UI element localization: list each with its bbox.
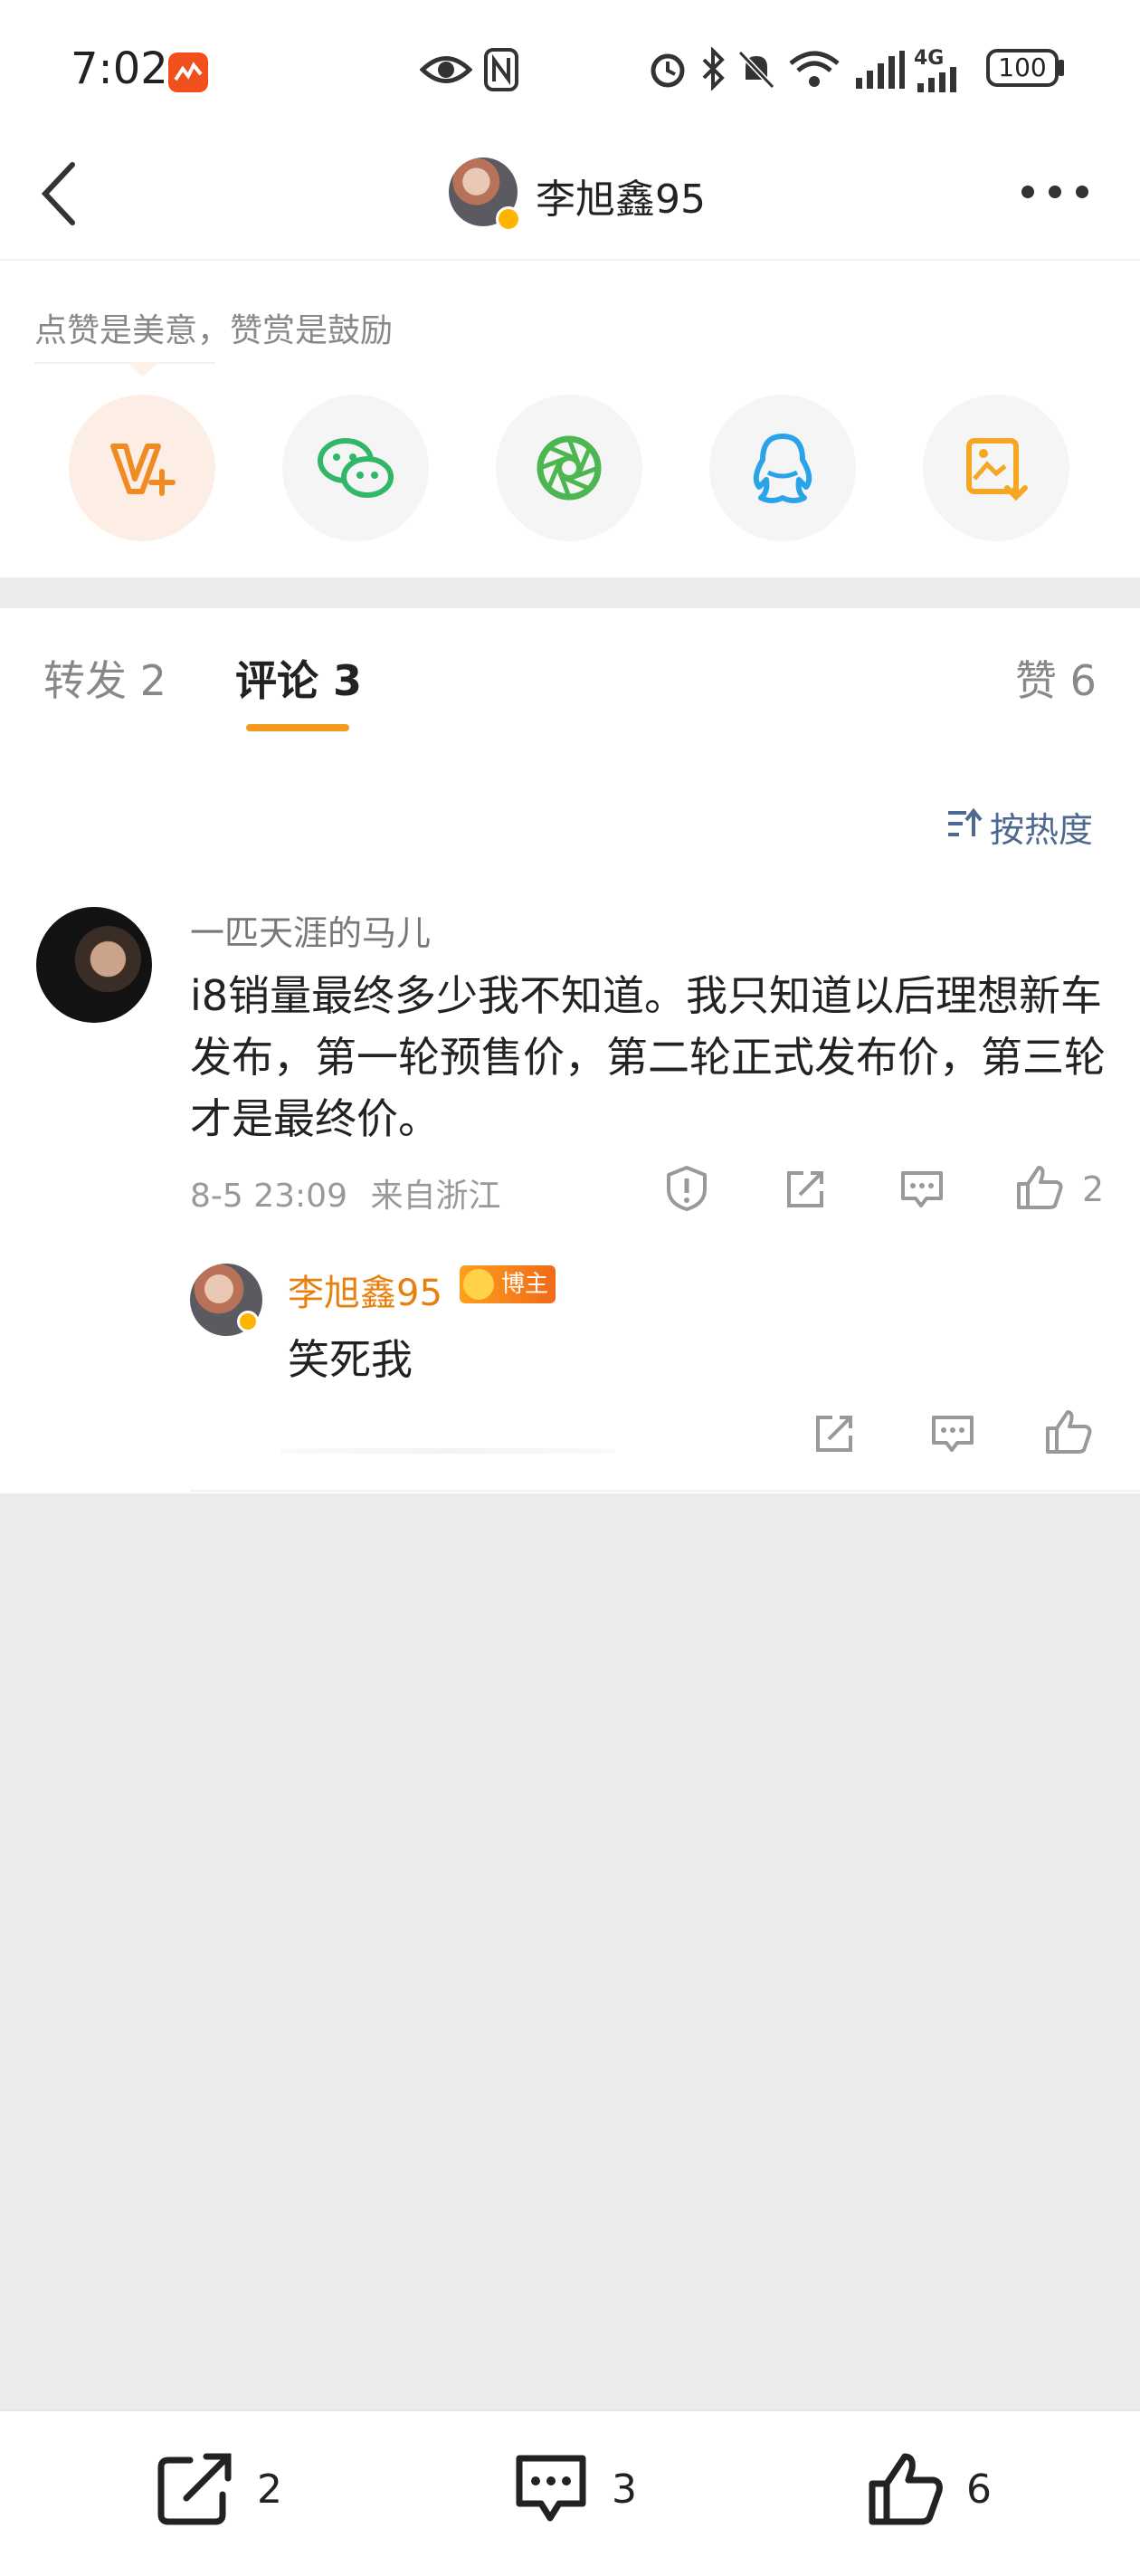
battery-indicator: 100	[986, 49, 1059, 87]
tab-bar: 转发 2 评论 3 赞 6	[0, 608, 1140, 744]
faded-placeholder	[280, 1448, 615, 1454]
bottom-comment-button[interactable]: 3	[512, 2451, 637, 2527]
v-plus-reward-icon	[110, 444, 176, 496]
battery-tip	[1059, 60, 1064, 76]
active-tab-indicator	[246, 724, 349, 731]
save-image-icon	[966, 438, 1028, 501]
signal-icon-2	[917, 67, 956, 92]
reply-like-icon[interactable]	[1044, 1408, 1093, 1455]
wechat-share-button[interactable]	[282, 395, 429, 541]
commenter-name[interactable]: 一匹天涯的马儿	[190, 905, 431, 955]
alarm-icon	[651, 53, 685, 88]
status-time: 7:02	[71, 43, 168, 94]
reply-author-name[interactable]: 李旭鑫95	[288, 1264, 442, 1316]
like-icon	[869, 2453, 943, 2525]
save-image-button[interactable]	[923, 395, 1069, 541]
reply-repost-icon[interactable]	[812, 1412, 856, 1454]
comment-like-count: 2	[1082, 1169, 1105, 1209]
divider	[190, 1490, 1140, 1492]
tab-like[interactable]: 赞 6	[1015, 648, 1097, 708]
comment-location: 来自浙江	[370, 1178, 501, 1215]
blogger-badge: 博主	[460, 1265, 556, 1303]
comment-list: 按热度 一匹天涯的马儿 i8销量最终多少我不知道。我只知道以后理想新车发布，第一…	[0, 742, 1140, 1493]
commenter-avatar[interactable]	[36, 907, 152, 1023]
divider	[34, 362, 215, 364]
blogger-badge-label: 博主	[501, 1271, 549, 1298]
post-header: 李旭鑫95	[0, 136, 1140, 261]
like-icon[interactable]	[1015, 1164, 1064, 1211]
moments-icon	[537, 435, 602, 501]
signal-icon	[856, 51, 905, 89]
sort-icon	[948, 807, 983, 836]
like-count: 6	[966, 2466, 992, 2513]
reply-comment-icon[interactable]	[930, 1414, 975, 1454]
v-plus-reward-button[interactable]	[69, 395, 215, 541]
moments-share-button[interactable]	[496, 395, 642, 541]
wechat-icon	[318, 438, 394, 498]
tab-repost[interactable]: 转发 2	[43, 648, 166, 708]
reward-section: 点赞是美意，赞赏是鼓励	[0, 261, 1140, 577]
qq-icon	[753, 434, 812, 503]
section-gap	[0, 577, 1140, 608]
comment-icon[interactable]	[899, 1169, 945, 1209]
eye-icon	[420, 56, 472, 83]
comment-text: i8销量最终多少我不知道。我只知道以后理想新车发布，第一轮预售价，第二轮正式发布…	[190, 971, 1106, 1143]
crown-icon	[463, 1269, 494, 1300]
page-title[interactable]: 李旭鑫95	[536, 167, 706, 224]
repost-icon[interactable]	[784, 1168, 827, 1209]
reward-tip: 点赞是美意，赞赏是鼓励	[34, 312, 394, 349]
mute-icon	[737, 50, 775, 90]
bottom-repost-button[interactable]: 2	[156, 2451, 282, 2527]
qq-share-button[interactable]	[709, 395, 856, 541]
verified-badge-icon	[496, 206, 521, 232]
repost-count: 2	[257, 2466, 282, 2513]
comment-time: 8-5 23:09	[190, 1178, 347, 1215]
repost-icon	[157, 2453, 232, 2525]
status-bar: 7:02 4G 100	[0, 0, 1140, 136]
bluetooth-icon	[702, 47, 725, 91]
verified-badge-icon	[237, 1311, 259, 1332]
tip-caret	[127, 362, 159, 377]
comment-icon	[516, 2455, 586, 2522]
wifi-icon	[789, 51, 840, 87]
sort-label: 按热度	[990, 810, 1094, 850]
comment-meta: 8-5 23:09 来自浙江	[190, 1169, 500, 1216]
report-icon[interactable]	[664, 1164, 709, 1213]
tab-comment[interactable]: 评论 3	[235, 648, 362, 708]
reply-text: 笑死我	[288, 1335, 413, 1384]
bottom-action-bar: 2 3 6	[0, 2409, 1140, 2576]
more-icon[interactable]	[1021, 181, 1089, 203]
app-notification-icon	[168, 52, 208, 92]
nfc-icon	[484, 48, 518, 91]
comment-count: 3	[612, 2466, 637, 2513]
back-arrow-icon[interactable]	[36, 159, 81, 228]
bottom-like-button[interactable]: 6	[867, 2451, 992, 2527]
